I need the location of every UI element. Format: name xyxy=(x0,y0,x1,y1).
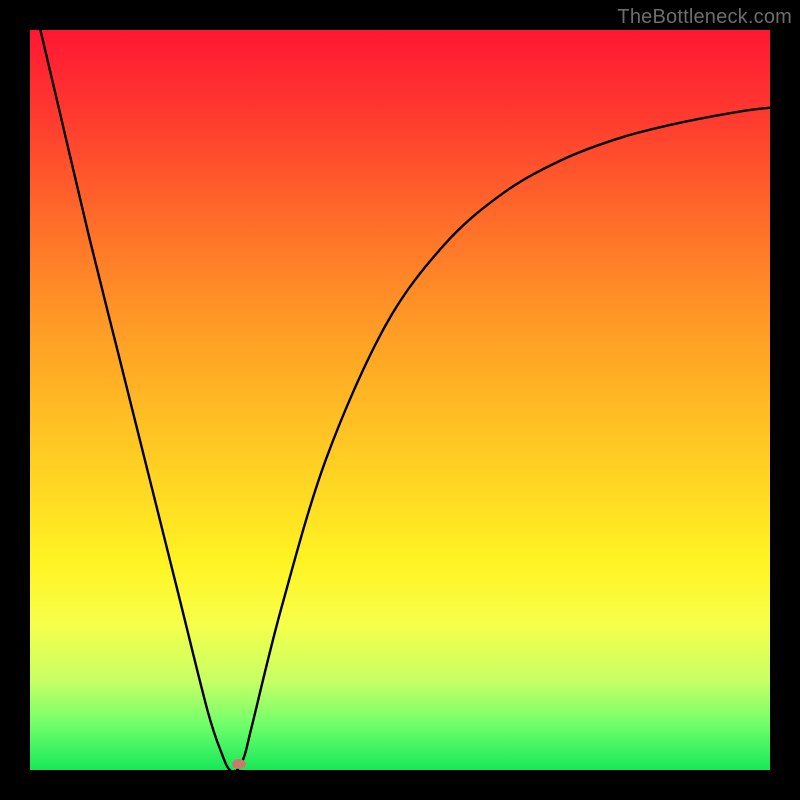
chart-frame: TheBottleneck.com xyxy=(0,0,800,800)
line-curve xyxy=(30,30,770,770)
plot-area xyxy=(30,30,770,770)
watermark-text: TheBottleneck.com xyxy=(617,6,792,29)
bottleneck-marker xyxy=(232,759,246,769)
